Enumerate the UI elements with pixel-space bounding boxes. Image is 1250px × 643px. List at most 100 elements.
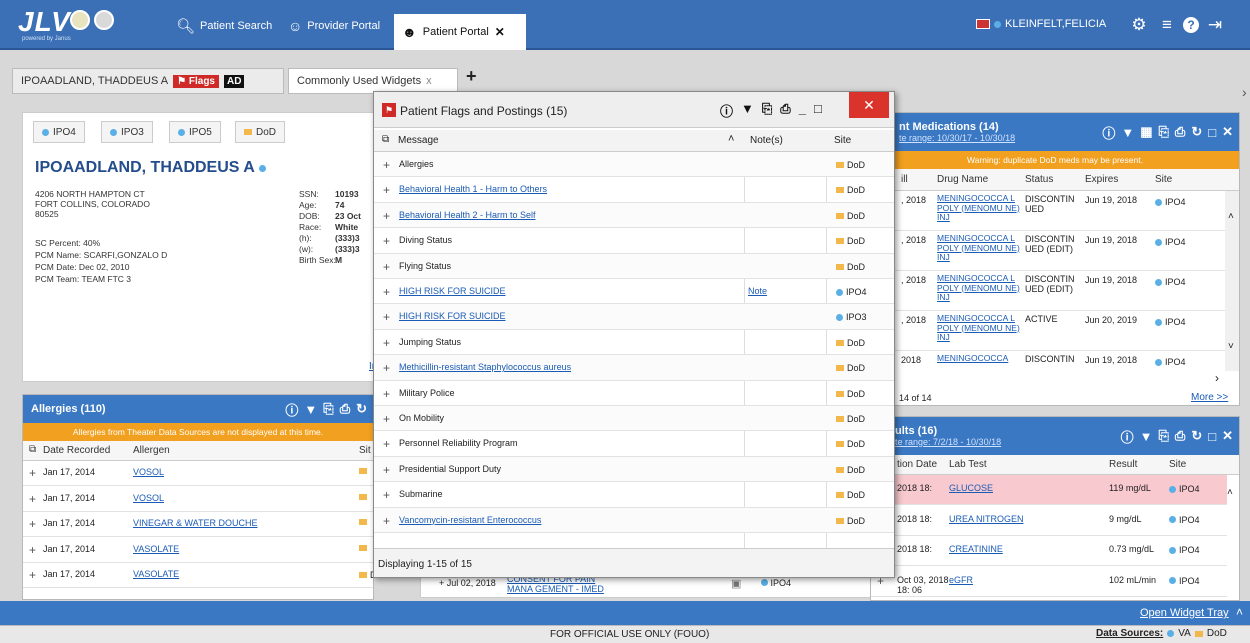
calendar-icon[interactable]: ▦ <box>1140 124 1152 140</box>
table-row[interactable]: 2018 MENINGOCOCCA DISCONTIN Jun 19, 2018 IPO… <box>871 351 1225 367</box>
expand-icon[interactable]: + <box>29 492 36 506</box>
expand-icon[interactable]: + <box>383 437 390 451</box>
expand-icon[interactable]: + <box>383 488 390 502</box>
clipboard-icon[interactable]: ⎘ <box>762 101 772 120</box>
provider-portal-button[interactable]: ☺ Provider Portal <box>288 14 380 38</box>
flag-row[interactable]: + Diving Status DoD <box>374 228 894 254</box>
chevron-up-icon[interactable]: ˄ <box>1227 487 1233 498</box>
filter-icon[interactable]: ▼ <box>304 402 317 417</box>
refresh-icon[interactable]: ↻ <box>1191 124 1202 140</box>
table-row[interactable]: , 2018 MENINGOCOCCA L POLY (MENOMU NE) IN… <box>871 271 1225 311</box>
patient-tab[interactable]: IPOAADLAND, THADDEUS A ⚑ Flags AD <box>12 68 284 94</box>
menu-icon[interactable]: ≡ <box>1156 14 1178 36</box>
chevron-up-icon[interactable]: ˄ <box>1236 605 1243 619</box>
flag-row[interactable]: + Submarine DoD <box>374 482 894 508</box>
scrollbar[interactable]: ˄ ˅ <box>1225 191 1239 371</box>
close-tab-icon[interactable]: ✕ <box>495 25 505 39</box>
flags-badge[interactable]: ⚑ Flags <box>173 74 219 88</box>
filter-icon[interactable]: ▼ <box>741 101 754 120</box>
table-row[interactable]: + Oct 03, 2018 18: 06 eGFR 102 mL/min IPO4 <box>871 567 1227 597</box>
table-row[interactable]: 2018 18: CREATININE 0.73 mg/dL IPO4 <box>871 536 1227 566</box>
expand-icon[interactable]: + <box>383 234 390 248</box>
expand-all-icon[interactable]: ⧉ <box>29 444 36 455</box>
user-info[interactable]: KLEINFELT,FELICIA <box>976 18 1106 30</box>
expand-icon[interactable]: + <box>383 310 390 324</box>
gear-icon[interactable]: ⚙ <box>1128 14 1150 36</box>
chevron-right-icon[interactable]: › <box>1215 371 1219 385</box>
expand-icon[interactable]: + <box>383 514 390 528</box>
expand-all-icon[interactable]: ⧉ <box>382 134 389 145</box>
table-row[interactable]: + Jan 17, 2014 VINEGAR & WATER DOUCHE <box>23 512 373 537</box>
flag-row[interactable]: + Military Police DoD <box>374 381 894 406</box>
more-link[interactable]: More >> <box>1191 392 1228 403</box>
logout-icon[interactable]: ⇥ <box>1204 14 1226 36</box>
table-row[interactable]: , 2018 MENINGOCOCCA L POLY (MENOMU NE) IN… <box>871 311 1225 351</box>
expand-icon[interactable]: + <box>383 361 390 375</box>
expand-icon[interactable]: + <box>383 209 390 223</box>
info-icon[interactable]: ⓘ <box>720 101 733 120</box>
flag-row[interactable]: + Personnel Reliability Program DoD <box>374 431 894 457</box>
info-icon[interactable]: ⓘ <box>1121 427 1134 446</box>
clipboard-icon[interactable]: ⎘ <box>323 401 333 417</box>
expand-icon[interactable]: + <box>29 517 36 531</box>
info-icon[interactable]: ⓘ <box>1102 123 1115 142</box>
expand-icon[interactable]: + <box>29 466 36 480</box>
flag-row[interactable]: + HIGH RISK FOR SUICIDE IPO3 <box>374 304 894 330</box>
table-row[interactable]: 2018 18: UREA NITROGEN 9 mg/dL IPO4 <box>871 506 1227 536</box>
patient-search-button[interactable]: 🔍︎ Patient Search <box>176 14 272 38</box>
open-widget-tray-link[interactable]: Open Widget Tray <box>1140 607 1229 619</box>
minimize-icon[interactable]: _ <box>799 101 806 120</box>
site-tab-ipo5[interactable]: IPO5 <box>169 121 221 143</box>
table-row[interactable]: + Jan 17, 2014 VASOLATE <box>23 538 373 563</box>
close-icon[interactable]: x <box>426 75 432 87</box>
close-icon[interactable]: ✕ <box>1222 428 1233 444</box>
expand-icon[interactable]: + <box>383 336 390 350</box>
expand-icon[interactable]: + <box>383 260 390 274</box>
ad-badge[interactable]: AD <box>224 74 245 88</box>
clipboard-icon[interactable]: ⎘ <box>1159 124 1169 140</box>
table-row[interactable]: + Jan 17, 2014 VOSOL <box>23 487 373 512</box>
expand-icon[interactable]: + <box>29 543 36 557</box>
clipboard-icon[interactable]: ⎘ <box>1159 428 1169 444</box>
flag-row[interactable]: + HIGH RISK FOR SUICIDE Note IPO4 <box>374 279 894 305</box>
flag-row[interactable]: + Behavioral Health 2 - Harm to Self DoD <box>374 202 894 229</box>
refresh-icon[interactable]: ↻ <box>356 401 367 417</box>
flag-row[interactable]: + Presidential Support Duty DoD <box>374 456 894 483</box>
flag-row[interactable]: + Flying Status DoD <box>374 253 894 279</box>
table-row[interactable]: , 2018 MENINGOCOCCA L POLY (MENOMU NE) IN… <box>871 231 1225 271</box>
filter-icon[interactable]: ▼ <box>1140 429 1153 444</box>
maximize-icon[interactable]: □ <box>1208 125 1216 140</box>
camera-icon[interactable]: ▣ <box>731 577 741 590</box>
table-row[interactable]: +Jan 17, 2014VASOLATEDoD <box>23 563 388 588</box>
site-tab-dod[interactable]: DoD <box>235 121 286 143</box>
help-icon[interactable]: ? <box>1180 14 1202 36</box>
maximize-icon[interactable]: □ <box>814 101 822 120</box>
table-row[interactable]: + Jan 17, 2014 VOSOL <box>23 461 373 486</box>
site-tab-ipo3[interactable]: IPO3 <box>101 121 153 143</box>
flag-row[interactable]: + Vancomycin-resistant Enterococcus DoD <box>374 507 894 533</box>
add-tab-button[interactable]: + <box>466 66 477 87</box>
expand-icon[interactable]: + <box>383 183 390 197</box>
flag-row[interactable]: + Jumping Status DoD <box>374 330 894 356</box>
table-row[interactable]: , 2018 MENINGOCOCCA L POLY (MENOMU NE) IN… <box>871 191 1225 231</box>
site-tab-ipo4[interactable]: IPO4 <box>33 121 85 143</box>
flag-row[interactable]: + Allergies DoD <box>374 152 894 178</box>
print-icon[interactable]: ⎙ <box>1175 124 1185 140</box>
print-icon[interactable]: ⎙ <box>780 101 790 120</box>
close-button[interactable]: ✕ <box>849 92 889 118</box>
table-row[interactable]: 2018 18: GLUCOSE 119 mg/dL IPO4 <box>871 475 1227 505</box>
print-icon[interactable]: ⎙ <box>1175 428 1185 444</box>
scroll-right-icon[interactable]: › <box>1242 84 1247 100</box>
flag-row[interactable]: + On Mobility DoD <box>374 406 894 432</box>
flag-row[interactable]: + Methicillin-resistant Staphylococcus au… <box>374 355 894 381</box>
expand-icon[interactable]: + <box>383 158 390 172</box>
expand-icon[interactable]: + <box>383 387 390 401</box>
filter-icon[interactable]: ▼ <box>1121 125 1134 140</box>
expand-icon[interactable]: + <box>383 463 390 477</box>
expand-icon[interactable]: + <box>383 285 390 299</box>
info-icon[interactable]: ⓘ <box>285 400 298 419</box>
maximize-icon[interactable]: □ <box>1208 429 1216 444</box>
flag-row[interactable]: + Behavioral Health 1 - Harm to Others DoD <box>374 177 894 203</box>
expand-icon[interactable]: + <box>29 568 36 582</box>
expand-icon[interactable]: + <box>383 412 390 426</box>
